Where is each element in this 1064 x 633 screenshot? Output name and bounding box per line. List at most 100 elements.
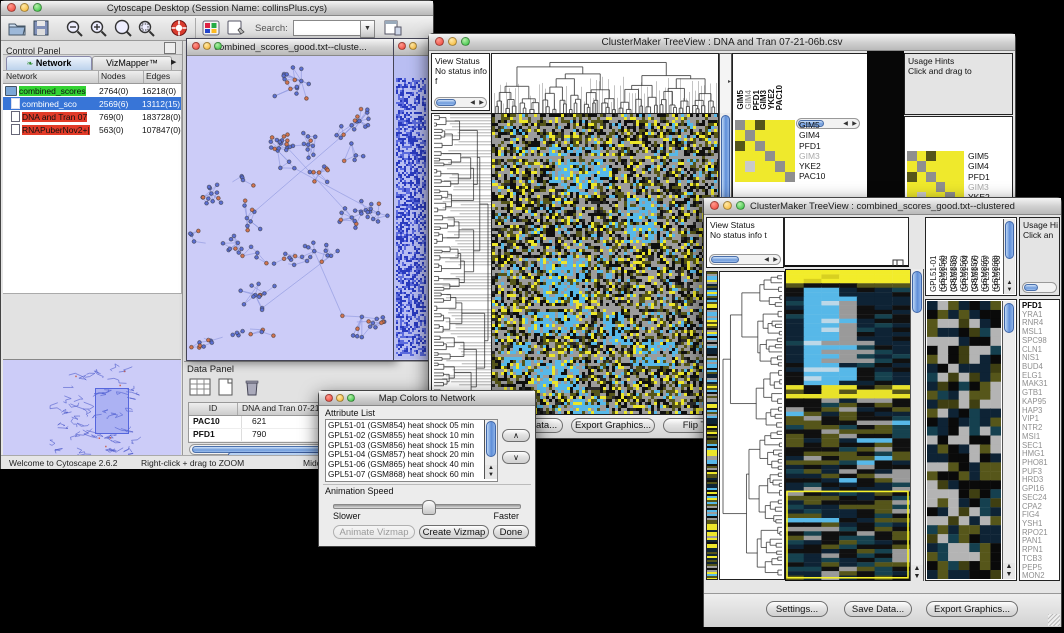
delete-attribute-icon[interactable] — [241, 378, 263, 396]
tv1-row-dendrogram[interactable] — [431, 113, 492, 415]
netview-close-button[interactable] — [192, 42, 200, 50]
bg-window-close-button[interactable] — [398, 42, 406, 50]
gene-label[interactable]: CLN1 — [1022, 345, 1059, 354]
gene-label[interactable]: GTB1 — [1022, 388, 1059, 397]
gene-label[interactable]: SEC24 — [1022, 493, 1059, 502]
tv1-status-hscrollbar[interactable]: ◀ ▶ — [434, 97, 487, 108]
tv2-zoom-vscrollbar[interactable]: ▲▼ — [1002, 301, 1015, 579]
tv1-column-dendrogram[interactable] — [491, 53, 719, 115]
tv2-status-hscrollbar[interactable]: ◀ ▶ — [709, 254, 781, 265]
gene-label[interactable]: RNR4 — [1022, 318, 1059, 327]
scroll-arrows-icon[interactable]: ▲▼ — [911, 565, 923, 581]
gene-label[interactable]: RPO21 — [1022, 528, 1059, 537]
move-down-button[interactable]: ∨ — [502, 451, 530, 464]
tv2-minimize-button[interactable] — [723, 201, 732, 210]
export-graphics--button[interactable]: Export Graphics... — [926, 601, 1018, 617]
scroll-left-icon[interactable]: ◀ — [841, 119, 850, 130]
attribute-list-item[interactable]: GPL51-06 (GSM865) heat shock 40 min — [328, 460, 483, 470]
zoom-out-icon[interactable] — [65, 19, 85, 37]
birds-eye-viewport-rect[interactable] — [95, 388, 129, 434]
gene-label[interactable]: SPC98 — [1022, 336, 1059, 345]
gene-label[interactable]: VIP1 — [1022, 414, 1059, 423]
float-panel-icon[interactable] — [164, 42, 176, 54]
col-header-nodes[interactable]: Nodes — [99, 71, 144, 83]
gene-label[interactable]: YSH1 — [1022, 519, 1059, 528]
zoom-in-icon[interactable] — [89, 19, 109, 37]
background-network-window[interactable] — [393, 38, 433, 361]
gene-label[interactable]: MSI1 — [1022, 432, 1059, 441]
netview-zoom-button[interactable] — [214, 42, 222, 50]
scroll-arrows-icon[interactable]: ▲▼ — [1004, 280, 1015, 294]
tv2-heatmap-vscrollbar[interactable]: ▲▼ — [910, 269, 924, 581]
open-file-icon[interactable] — [7, 19, 27, 37]
scroll-arrows-icon[interactable]: ▲▼ — [1003, 563, 1015, 579]
tv2-column-labels-vscroll[interactable]: ▲▼ — [1003, 219, 1015, 294]
dialog-close-button[interactable] — [325, 394, 333, 402]
slider-thumb[interactable] — [422, 500, 436, 515]
tv2-column-dendrogram[interactable] — [784, 217, 909, 267]
tv2-row-dendrogram[interactable] — [719, 271, 785, 580]
gene-label[interactable]: NIS1 — [1022, 353, 1059, 362]
search-dropdown-button[interactable]: ▼ — [360, 20, 375, 38]
gene-label[interactable]: RPN1 — [1022, 545, 1059, 554]
tab-vizmapper[interactable]: VizMapper™ — [92, 56, 172, 71]
dialog-zoom-button[interactable] — [347, 394, 355, 402]
help-lifering-icon[interactable] — [169, 19, 189, 37]
tv2-zoom-button[interactable] — [736, 201, 745, 210]
gene-label[interactable]: PEP5 — [1022, 563, 1059, 572]
create-vizmap-button[interactable]: Create Vizmap — [419, 525, 489, 539]
gene-label[interactable]: ELG1 — [1022, 371, 1059, 380]
network-list-row[interactable]: combined_sco2569(6)13112(15) — [3, 97, 181, 110]
gene-label[interactable]: MON2 — [1022, 571, 1059, 580]
gene-label[interactable]: FIG4 — [1022, 510, 1059, 519]
search-input[interactable] — [293, 20, 361, 36]
tv1-zoom-button[interactable] — [461, 37, 470, 46]
bg-window-minimize-button[interactable] — [409, 42, 417, 50]
gene-label[interactable]: HMG1 — [1022, 449, 1059, 458]
tab-overflow-button[interactable]: ▶ — [171, 57, 180, 68]
gene-label[interactable]: YRA1 — [1022, 310, 1059, 319]
attribute-list-item[interactable]: GPL51-01 (GSM854) heat shock 05 min — [328, 421, 483, 431]
gene-label[interactable]: SEC1 — [1022, 441, 1059, 450]
tv1-zoom-heatmap[interactable] — [735, 120, 795, 182]
table-icon[interactable] — [189, 378, 211, 396]
save-data--button[interactable]: Save Data... — [844, 601, 912, 617]
col-header-edges[interactable]: Edges — [144, 71, 181, 83]
annotation-icon[interactable] — [225, 19, 245, 37]
gene-label[interactable]: PUF3 — [1022, 467, 1059, 476]
netview-minimize-button[interactable] — [203, 42, 211, 50]
zoom-selected-icon[interactable] — [137, 19, 157, 37]
tv2-main-heatmap[interactable] — [785, 269, 911, 581]
settings--button[interactable]: Settings... — [766, 601, 828, 617]
scroll-left-icon[interactable]: ◀ — [468, 98, 477, 109]
gene-label[interactable]: NTR2 — [1022, 423, 1059, 432]
attribute-list-item[interactable]: GPL51-03 (GSM856) heat shock 15 min — [328, 441, 483, 451]
tv1-corner-arrow-icon[interactable]: ▸ — [728, 78, 731, 85]
network-canvas[interactable] — [187, 56, 392, 359]
resize-grip[interactable] — [1048, 614, 1060, 626]
minimize-button[interactable] — [20, 3, 29, 12]
main-titlebar[interactable]: Cytoscape Desktop (Session Name: collins… — [1, 1, 433, 16]
tv2-zoom-heatmap[interactable] — [927, 301, 1001, 579]
done-button[interactable]: Done — [493, 525, 529, 539]
tab-network[interactable]: ❧ Network — [6, 56, 92, 71]
gene-label[interactable]: HAP3 — [1022, 406, 1059, 415]
tv1-close-button[interactable] — [435, 37, 444, 46]
attribute-list-vscrollbar[interactable]: ▲▼ — [484, 420, 497, 479]
network-list-row[interactable]: combined_scores2764(0)16218(0) — [3, 84, 181, 97]
move-up-button[interactable]: ∧ — [502, 429, 530, 442]
tv1-minimize-button[interactable] — [448, 37, 457, 46]
vizmapper-icon[interactable] — [201, 19, 221, 37]
scroll-right-icon[interactable]: ▶ — [477, 98, 486, 109]
export-graphics--button[interactable]: Export Graphics... — [571, 418, 655, 433]
close-button[interactable] — [7, 3, 16, 12]
gene-label[interactable]: MAK31 — [1022, 379, 1059, 388]
gene-label[interactable]: MSL1 — [1022, 327, 1059, 336]
gene-label[interactable]: PFD1 — [1022, 301, 1059, 310]
network-list-row[interactable]: DNA and Tran 07769(0)183728(0) — [3, 110, 181, 123]
data-col-id[interactable]: ID — [189, 403, 238, 415]
animation-speed-slider[interactable] — [333, 504, 521, 509]
gene-label[interactable]: KAP95 — [1022, 397, 1059, 406]
scroll-left-icon[interactable]: ◀ — [762, 255, 771, 266]
save-icon[interactable] — [31, 19, 51, 37]
